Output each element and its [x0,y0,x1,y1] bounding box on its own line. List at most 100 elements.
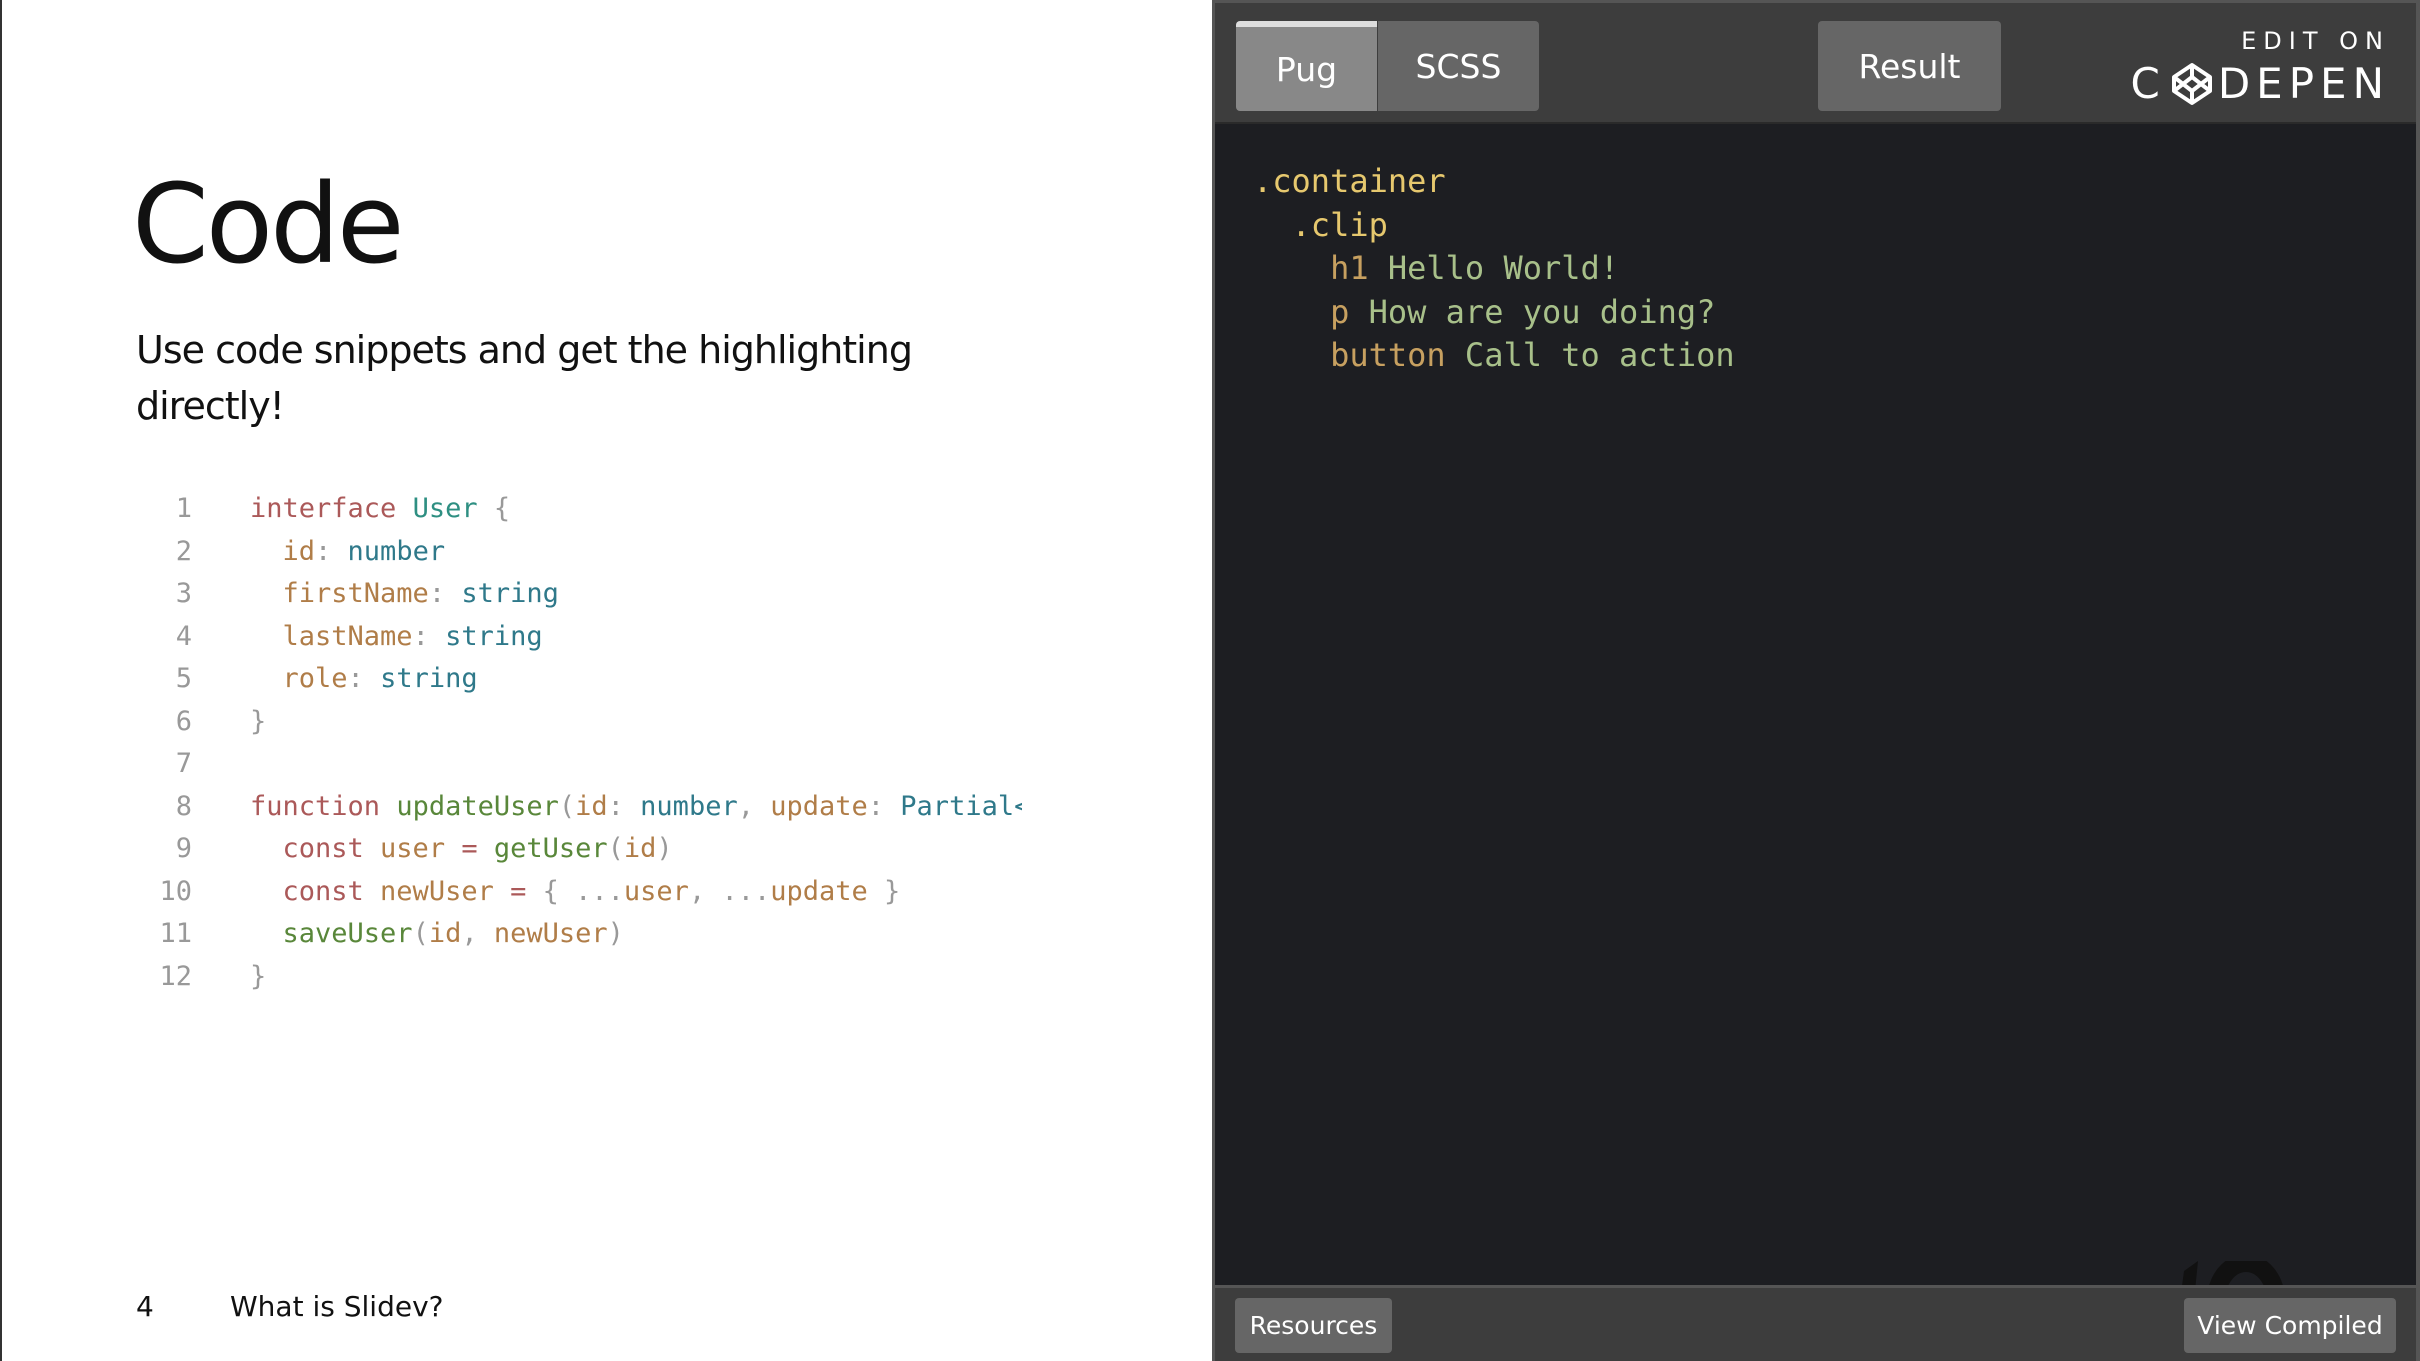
footer-text: What is Slidev? [230,1290,444,1323]
code-token: , [737,790,771,822]
slide: Code Use code snippets and get the highl… [0,0,1212,1361]
logo-c: C [2130,59,2166,108]
code-line: 9 const user = getUser(id) [142,828,1022,871]
code-token: const [250,875,381,907]
tab-scss[interactable]: SCSS [1378,21,1539,111]
code-token: ( [558,790,576,822]
code-token: ( [607,833,624,864]
code-token: h1 [1253,249,1388,287]
codepen-embed: Pug SCSS Result EDIT ON C DEPEN .contain… [1212,0,2420,1361]
code-token: string [380,663,478,694]
line-number: 3 [175,578,192,609]
code-line: 12} [142,956,1022,999]
slide-title: Code [132,160,405,288]
code-token: Hello World! [1387,249,1620,287]
codepen-logo[interactable]: C DEPEN [2131,59,2391,108]
code-token: ... [721,875,771,907]
code-token: Call to action [1464,336,1735,374]
codepen-header: Pug SCSS Result EDIT ON C DEPEN [1215,0,2416,124]
code-token: role [250,663,348,694]
code-line: 4 lastName: string [142,616,1022,659]
tab-pug[interactable]: Pug [1236,21,1377,111]
code-line: 1 interface User { [142,488,1022,531]
code-line: .clip [1253,204,1735,248]
code-token: .container [1253,162,1446,200]
codepen-cube-icon [2171,62,2212,105]
line-number: 12 [159,960,192,992]
code-line: .container [1253,160,1735,204]
code-token: : [315,535,348,567]
view-compiled-button[interactable]: View Compiled [2184,1298,2396,1353]
code-token: p [1253,292,1369,331]
code-token: .clip [1253,205,1388,244]
code-token: ( [412,918,429,949]
code-token: string [445,620,543,652]
code-token: user [623,875,689,907]
code-line: 2 id: number [142,531,1022,574]
code-token: newUser [493,918,608,949]
code-token: id [428,918,462,949]
line-number: 9 [175,833,192,864]
code-token: string [461,578,559,609]
code-line: 11 saveUser(id, newUser) [142,913,1022,956]
line-number: 10 [159,875,192,907]
code-token: = [461,833,494,864]
code-token: Partial<User>) [900,790,1022,822]
code-token: update [770,875,885,907]
line-number: 11 [159,918,192,949]
line-number: 5 [175,663,192,694]
code-line: 8 function updateUser(id: number, update:… [142,786,1022,829]
code-token: function [250,790,397,822]
code-token: = [510,875,543,907]
line-number: 8 [175,790,192,822]
codepen-footer: Resources View Compiled [1215,1285,2416,1361]
code-token: button [1253,336,1465,374]
code-token: id [623,833,657,864]
code-token: number [640,790,738,822]
code-line: h1 Hello World! [1253,247,1735,291]
code-token: user [380,833,462,864]
code-token: { [493,493,511,524]
code-token: } [250,705,267,737]
code-token: How are you doing? [1368,292,1716,331]
code-token: updateUser [396,790,559,822]
line-number: 1 [175,493,192,524]
edit-on-label[interactable]: EDIT ON [2241,27,2390,55]
code-token: firstName [250,578,429,609]
code-line: 10 const newUser = { ...user, ...update … [142,871,1022,914]
code-token: : [428,578,462,609]
code-token: } [884,875,901,907]
page-number: 4 [136,1290,154,1323]
line-number: 7 [175,748,192,779]
line-number: 6 [175,705,192,737]
line-number: 2 [175,535,192,567]
code-token: number [347,535,446,567]
code-token: } [250,960,267,992]
code-token: interface [250,493,413,524]
code-token: update [770,790,868,822]
slide-subtitle: Use code snippets and get the highlighti… [136,328,913,428]
tab-result[interactable]: Result [1818,21,2001,111]
code-token: getUser [493,833,608,864]
code-line: 3 firstName: string [142,573,1022,616]
resources-button[interactable]: Resources [1235,1298,1392,1353]
code-token: : [867,790,901,822]
code-token: id [250,535,316,567]
code-token: { [542,875,576,907]
code-token: id [575,790,608,822]
code-block: 1 interface User {2 id: number 3 firstName… [142,488,1022,998]
code-token: : [412,620,446,652]
code-token: , [688,875,722,907]
code-line: 6} [142,701,1022,744]
code-line: 7 [142,743,1022,786]
logo-depen: DEPEN [2217,59,2390,108]
code-token: lastName [250,620,413,652]
code-token: , [461,918,494,949]
code-token: ... [575,875,624,907]
pug-editor[interactable]: .container .clip h1 Hello World! p How a… [1253,160,1735,378]
code-token: User [412,493,494,524]
code-line: 5 role: string [142,658,1022,701]
code-token: ) [656,833,673,864]
code-token: : [607,790,641,822]
code-token: ) [607,918,624,949]
